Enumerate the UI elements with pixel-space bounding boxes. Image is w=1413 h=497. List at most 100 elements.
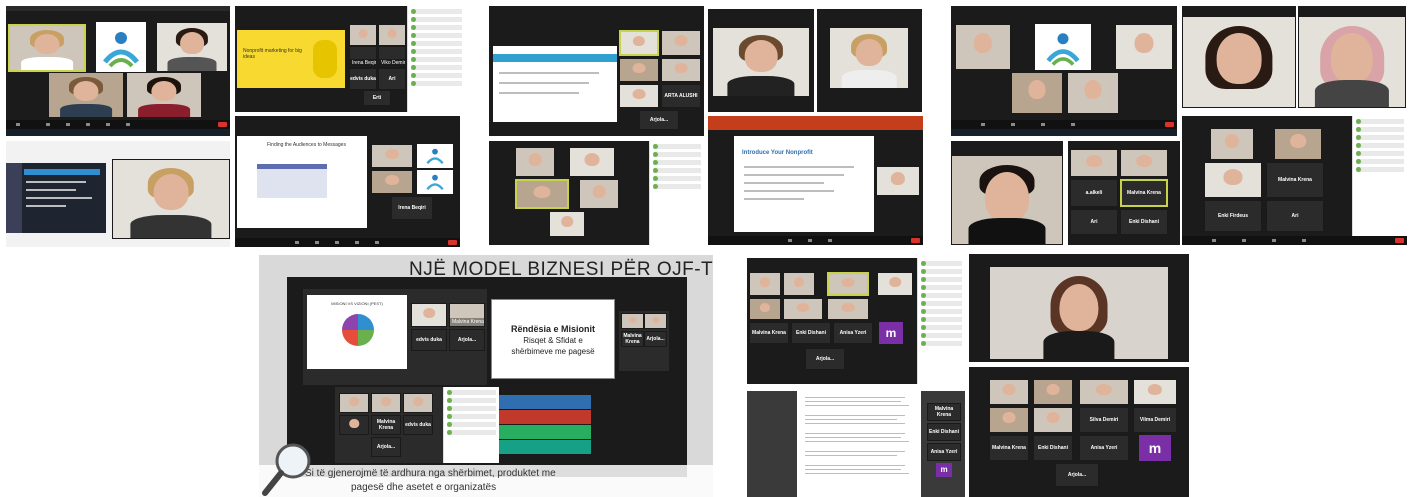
participant-tile[interactable] xyxy=(371,170,413,194)
participant-tile[interactable] xyxy=(156,22,228,72)
participant-tile[interactable] xyxy=(619,58,659,82)
participant-tile[interactable] xyxy=(1115,24,1173,70)
participant-tile[interactable] xyxy=(339,415,369,435)
participant-tile[interactable] xyxy=(951,155,1063,245)
participant-tile[interactable]: Anisa Yzeri xyxy=(1079,435,1129,461)
participant-tile[interactable]: Malvina Krena xyxy=(621,331,644,347)
participant-tile[interactable]: Malvina Krena xyxy=(371,415,401,435)
participant-tile[interactable]: Anisa Yzeri xyxy=(927,443,961,461)
participant-tile[interactable]: Ari xyxy=(1266,200,1324,232)
participant-tile[interactable]: Arjola... xyxy=(644,331,667,347)
participant-tile[interactable]: Irena Beqiri xyxy=(391,196,433,220)
participant-tile[interactable] xyxy=(783,272,815,296)
end-meeting-button[interactable] xyxy=(448,240,457,245)
participant-tile[interactable]: Anisa Yzeri xyxy=(833,322,873,344)
participant-tile[interactable] xyxy=(955,24,1011,70)
participant-tile[interactable] xyxy=(371,393,401,413)
participant-tile[interactable]: Irena Beqiri xyxy=(349,46,377,68)
participant-tile[interactable] xyxy=(1033,379,1073,405)
avatar[interactable]: m xyxy=(1139,435,1171,461)
participant-tile[interactable] xyxy=(661,30,701,56)
participant-tile[interactable]: a.alkeli xyxy=(1070,179,1118,207)
participant-tile[interactable] xyxy=(1079,379,1129,405)
end-meeting-button[interactable] xyxy=(911,238,920,243)
participant-tile[interactable]: Malvina Krena xyxy=(927,403,961,421)
participant-tile[interactable] xyxy=(1011,72,1063,114)
participant-tile[interactable] xyxy=(579,179,619,209)
participant-tile[interactable] xyxy=(112,159,230,239)
participant-tile[interactable] xyxy=(411,303,447,327)
participant-tile[interactable]: Enki Dishani xyxy=(791,322,831,344)
participant-tile[interactable] xyxy=(989,407,1029,433)
participant-tile[interactable]: Erti xyxy=(363,90,391,106)
participant-tile[interactable] xyxy=(569,147,615,177)
participant-tile[interactable] xyxy=(1298,16,1406,108)
participant-tile[interactable] xyxy=(712,27,810,97)
participant-tile[interactable] xyxy=(1133,379,1177,405)
participant-tile[interactable]: ARTA ALUSHI xyxy=(661,84,701,108)
participant-tile[interactable]: Arjola... xyxy=(449,329,485,351)
participant-tile[interactable] xyxy=(126,72,202,118)
participant-tile[interactable]: Malvina Krena xyxy=(1120,179,1168,207)
participant-tile[interactable]: Malvina Krena xyxy=(449,303,485,327)
participant-tile[interactable]: Enki Firdeus xyxy=(1204,200,1262,232)
participant-tile[interactable] xyxy=(1067,72,1119,114)
participant-tile[interactable]: Enki Dishani xyxy=(1120,209,1168,235)
participant-tile[interactable] xyxy=(1120,149,1168,177)
end-meeting-button[interactable] xyxy=(1165,122,1174,127)
participant-tile[interactable]: Arjola... xyxy=(805,348,845,370)
participant-tile[interactable]: Enki Dishani xyxy=(1033,435,1073,461)
participant-tile[interactable]: edvis duka xyxy=(349,68,377,90)
participant-tile[interactable] xyxy=(829,27,909,89)
participant-tile[interactable]: Malvina Krena xyxy=(1266,162,1324,198)
participant-tile[interactable] xyxy=(1274,128,1322,160)
participant-tile[interactable]: edvis duka xyxy=(411,329,447,351)
participant-name: Ari xyxy=(1291,213,1299,219)
participant-tile[interactable] xyxy=(989,379,1029,405)
participant-tile[interactable] xyxy=(1204,162,1262,198)
participant-tile[interactable]: Vilma Demiri xyxy=(1133,407,1177,433)
participant-tile[interactable] xyxy=(644,313,667,329)
participant-tile[interactable] xyxy=(621,313,644,329)
participant-tile[interactable]: Silva Demiri xyxy=(1079,407,1129,433)
avatar[interactable]: m xyxy=(879,322,903,344)
participant-tile[interactable] xyxy=(827,298,869,320)
participant-tile[interactable] xyxy=(749,272,781,296)
participant-tile[interactable] xyxy=(349,24,377,46)
participant-tile[interactable] xyxy=(378,24,406,46)
participant-tile[interactable] xyxy=(827,272,869,296)
participant-tile[interactable] xyxy=(1182,16,1296,108)
participant-tile[interactable]: Malvina Krena xyxy=(749,322,789,344)
participant-tile[interactable] xyxy=(876,166,920,196)
participant-tile[interactable]: edvis duka xyxy=(403,415,433,435)
end-meeting-button[interactable] xyxy=(218,122,227,127)
avatar[interactable]: m xyxy=(936,463,952,477)
participant-tile[interactable] xyxy=(989,266,1169,360)
participant-tile[interactable] xyxy=(339,393,369,413)
participant-tile[interactable] xyxy=(8,24,86,72)
participant-tile[interactable] xyxy=(749,298,781,320)
participant-tile[interactable]: Viko Demiri xyxy=(378,46,406,68)
participant-tile[interactable]: Arjola... xyxy=(371,437,401,457)
participant-tile[interactable]: Malvina Krena xyxy=(989,435,1029,461)
participant-tile[interactable] xyxy=(48,72,124,118)
participant-tile[interactable] xyxy=(403,393,433,413)
participant-tile[interactable]: Ari xyxy=(1070,209,1118,235)
participant-tile[interactable] xyxy=(1033,407,1073,433)
participant-tile[interactable] xyxy=(1070,149,1118,177)
participant-tile[interactable] xyxy=(619,84,659,108)
participant-tile[interactable]: Arjola... xyxy=(639,110,679,130)
participant-tile[interactable] xyxy=(661,58,701,82)
participant-tile[interactable] xyxy=(783,298,823,320)
participant-tile[interactable] xyxy=(619,30,659,56)
end-meeting-button[interactable] xyxy=(1395,238,1404,243)
participant-tile[interactable] xyxy=(371,144,413,168)
participant-tile[interactable]: Ari xyxy=(378,68,406,90)
participant-tile[interactable] xyxy=(515,179,569,209)
participant-tile[interactable] xyxy=(549,211,585,237)
participant-tile[interactable]: Enki Dishani xyxy=(927,423,961,441)
participant-tile[interactable] xyxy=(515,147,555,177)
participant-tile[interactable]: Arjola... xyxy=(1055,463,1099,487)
participant-tile[interactable] xyxy=(1210,128,1254,160)
participant-tile[interactable] xyxy=(877,272,913,296)
